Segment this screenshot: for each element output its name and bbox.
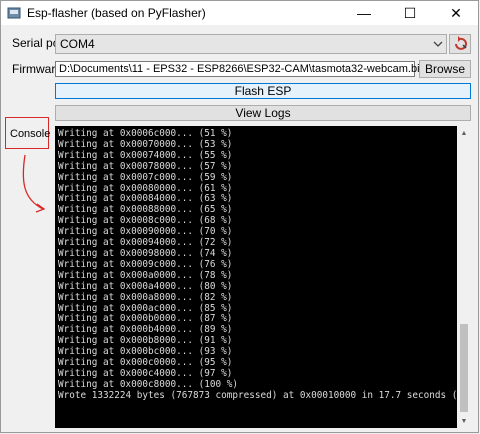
refresh-icon xyxy=(455,36,467,50)
maximize-icon: ☐ xyxy=(403,4,417,21)
scrollbar-thumb[interactable] xyxy=(460,324,468,412)
firmware-path-field[interactable]: D:\Documents\11 - EPS32 - ESP8266\ESP32-… xyxy=(55,61,426,77)
serial-port-select[interactable]: COM4 xyxy=(55,34,447,54)
serial-port-value: COM4 xyxy=(60,37,95,51)
title-bar: Esp-flasher (based on PyFlasher) — ☐ ✕ xyxy=(1,1,478,25)
maximize-button[interactable]: ☐ xyxy=(387,1,433,25)
refresh-ports-button[interactable] xyxy=(449,34,471,54)
app-window: Esp-flasher (based on PyFlasher) — ☐ ✕ S… xyxy=(0,0,479,433)
annotation-arrow-icon xyxy=(22,154,46,213)
chevron-down-icon xyxy=(433,41,443,47)
console-line: Writing at 0x00078000... (57 %) xyxy=(58,160,233,172)
minimize-icon: — xyxy=(357,5,371,21)
close-button[interactable]: ✕ xyxy=(433,1,479,25)
flash-esp-button[interactable]: Flash ESP xyxy=(55,83,471,99)
close-icon: ✕ xyxy=(450,4,462,21)
console-scrollbar[interactable]: ▲ ▼ xyxy=(457,126,471,428)
console-output[interactable]: Writing at 0x0006c000... (51 %) Writing a… xyxy=(55,126,471,428)
view-logs-button[interactable]: View Logs xyxy=(55,105,471,121)
scroll-up-icon[interactable]: ▲ xyxy=(457,126,471,140)
app-icon xyxy=(7,7,21,19)
console-line: Wrote 1332224 bytes (767873 compressed) … xyxy=(58,389,471,401)
firmware-path-value: D:\Documents\11 - EPS32 - ESP8266\ESP32-… xyxy=(59,63,426,75)
console-line: Writing at 0x0007c000... (59 %) xyxy=(58,171,233,183)
window-title: Esp-flasher (based on PyFlasher) xyxy=(27,6,206,20)
minimize-button[interactable]: — xyxy=(341,1,387,25)
browse-button[interactable]: Browse xyxy=(419,60,471,78)
console-label: Console xyxy=(10,128,51,140)
console-lines: Writing at 0x0006c000... (51 %) Writing a… xyxy=(58,128,471,402)
scroll-down-icon[interactable]: ▼ xyxy=(457,414,471,428)
console-line: Writing at 0x000a4000... (80 %) xyxy=(58,280,233,292)
console-line: Writing at 0x000a8000... (82 %) xyxy=(58,291,233,303)
